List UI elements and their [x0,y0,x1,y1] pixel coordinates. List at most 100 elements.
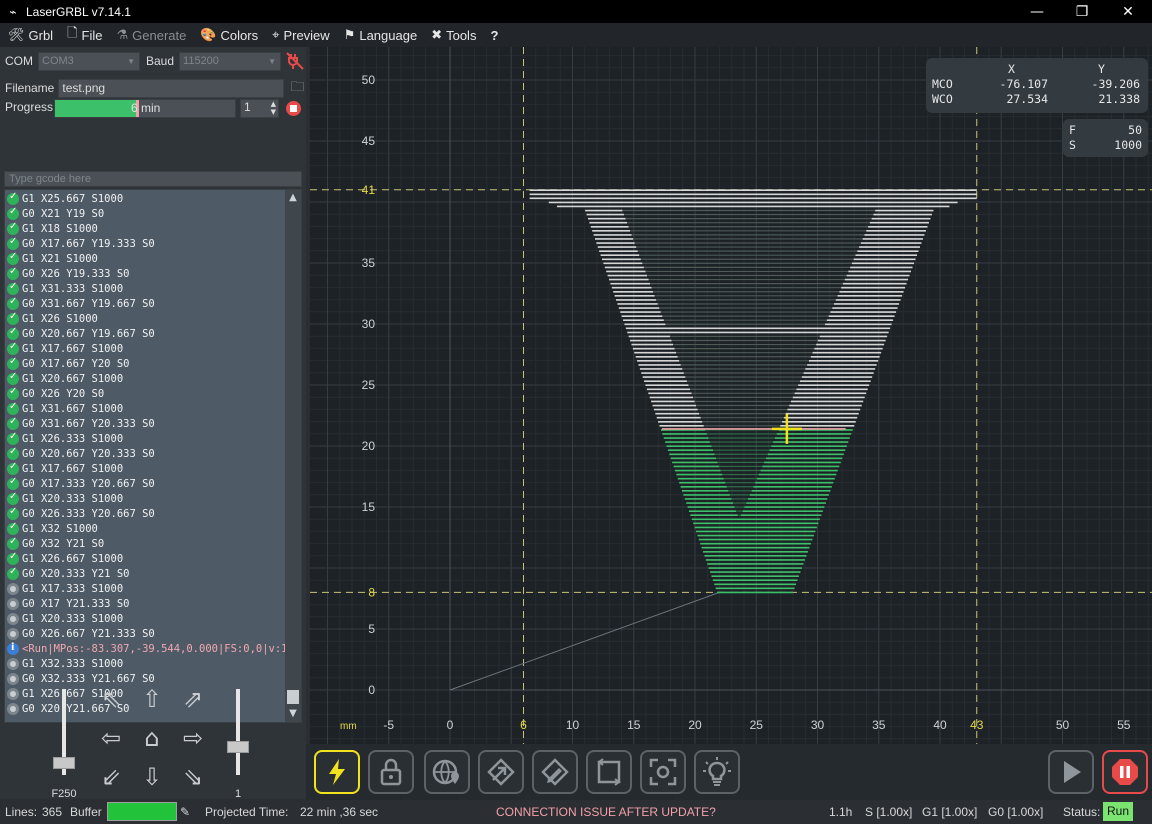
g0-override[interactable]: G0 [1.00x] [988,805,1043,819]
slider-knob[interactable] [227,741,249,753]
restore-button[interactable]: ❐ [1059,0,1105,23]
connect-button[interactable] [314,750,360,794]
gcode-line[interactable]: G0 X20.667 Y20.333 S0 [5,446,287,461]
pending-circle-icon [7,597,19,610]
scroll-down-icon[interactable]: ▼ [285,706,301,722]
jog-up-right-icon[interactable]: ⇗ [177,683,209,715]
menu-tools[interactable]: ✖ Tools [431,28,476,43]
scrollbar-thumb[interactable] [287,690,299,704]
gcode-line[interactable]: G1 X21 S1000 [5,251,287,266]
gcode-text: G0 X32 Y21 S0 [22,537,105,550]
gcode-line[interactable]: G0 X26 Y20 S0 [5,386,287,401]
gcode-line[interactable]: G1 X20.667 S1000 [5,371,287,386]
gcode-line[interactable]: G0 X26.667 Y21.333 S0 [5,626,287,641]
gcode-line[interactable]: G1 X17.667 S1000 [5,341,287,356]
gcode-line[interactable]: G1 X26 S1000 [5,311,287,326]
gcode-line[interactable]: G1 X31.667 S1000 [5,401,287,416]
gcode-line[interactable]: G1 X25.667 S1000 [5,191,287,206]
step-slider[interactable] [227,689,249,775]
jog-down-right-icon[interactable]: ⇘ [177,761,209,793]
gcode-text: G0 X17 Y21.333 S0 [22,597,130,610]
abort-button[interactable] [286,101,301,116]
preview-canvas[interactable]: -5 0 10 15 20 25 30 35 40 50 55 50 45 35 30 25 20 15 5 0 mm 6… [310,47,1152,744]
focus-button[interactable] [640,750,686,794]
menu-generate[interactable]: ⚗ Generate [116,28,186,43]
gcode-line[interactable]: G1 X31.333 S1000 [5,281,287,296]
gcode-line[interactable]: G1 X20.333 S1000 [5,491,287,506]
unlock-button[interactable] [368,750,414,794]
frame-button[interactable] [586,750,632,794]
gcode-line[interactable]: G0 X17.667 Y20 S0 [5,356,287,371]
gcode-line[interactable]: G1 X20.333 S1000 [5,611,287,626]
gcode-line[interactable]: G1 X32.333 S1000 [5,656,287,671]
menu-label: Tools [446,27,477,43]
jog-right-icon[interactable]: ⇨ [177,722,209,754]
com-port-value: COM3 [42,55,74,67]
scroll-up-icon[interactable]: ▲ [285,190,301,206]
light-button[interactable] [694,750,740,794]
gcode-text: G0 X32.333 Y21.667 S0 [22,672,155,685]
gcode-line[interactable]: G0 X17.667 Y19.333 S0 [5,236,287,251]
jog-down-icon[interactable]: ⇩ [136,761,168,793]
progress-bar: 6 min [54,99,236,118]
set-origin-button[interactable] [424,750,470,794]
menu-language[interactable]: ⚑ Language [344,28,418,43]
x-tick-label: 10 [566,718,580,732]
gcode-line[interactable]: G0 X31.667 Y19.667 S0 [5,296,287,311]
jog-up-left-icon[interactable]: ⇖ [95,683,127,715]
feed-value: 50 [1128,123,1142,137]
unit-label: mm [340,721,357,732]
menu-file[interactable]: 🗋 File [67,24,102,46]
gcode-line[interactable]: G1 X17.333 S1000 [5,581,287,596]
com-port-select[interactable]: COM3 ▼ [38,51,140,71]
baud-rate-select[interactable]: 115200 ▼ [179,51,282,71]
menu-grbl[interactable]: 🛠 Grbl [8,28,53,43]
update-notice-link[interactable]: CONNECTION ISSUE AFTER UPDATE? [496,805,716,819]
menu-preview[interactable]: ⌖ Preview [272,28,330,43]
filename-field[interactable]: test.png [58,78,285,98]
gcode-listing[interactable]: G1 X25.667 S1000 G0 X21 Y19 S0 G1 X18 S100… [4,189,302,723]
gcode-line[interactable]: G0 X20.333 Y21 S0 [5,566,287,581]
jog-up-icon[interactable]: ⇧ [136,683,168,715]
gcode-line[interactable]: G0 X32 Y21 S0 [5,536,287,551]
gcode-line[interactable]: G0 X20.667 Y19.667 S0 [5,326,287,341]
gcode-line[interactable]: G0 X21 Y19 S0 [5,206,287,221]
menu-colors[interactable]: 🎨 Colors [200,28,258,43]
gcode-line[interactable]: G0 X17.333 Y20.667 S0 [5,476,287,491]
gcode-line[interactable]: G1 X18 S1000 [5,221,287,236]
stepper-arrows-icon[interactable]: ▲ ▼ [271,100,276,116]
repeat-count-stepper[interactable]: 1 ▲ ▼ [240,99,279,118]
menu-help[interactable]: ? [490,28,498,43]
s-override[interactable]: S [1.00x] [865,805,912,819]
gcode-line[interactable]: <Run|MPos:-83.307,-39.544,0.000|FS:0,0|v… [5,641,301,656]
gcode-line[interactable]: G0 X31.667 Y20.333 S0 [5,416,287,431]
gcode-line[interactable]: G0 X26.333 Y20.667 S0 [5,506,287,521]
g1-override[interactable]: G1 [1.00x] [922,805,977,819]
close-button[interactable]: ✕ [1105,0,1151,23]
y-tick-label: 30 [362,317,376,331]
run-button[interactable] [1048,750,1094,794]
folder-icon[interactable]: 🗀 [290,76,304,100]
gcode-command-input[interactable]: Type gcode here [4,171,302,187]
jog-down-left-icon[interactable]: ⇙ [95,761,127,793]
goto-origin-button[interactable] [478,750,524,794]
gcode-scrollbar[interactable]: ▲ ▼ [285,190,301,722]
gcode-line[interactable]: G0 X17 Y21.333 S0 [5,596,287,611]
jog-left-icon[interactable]: ⇦ [95,722,127,754]
disconnect-icon[interactable] [285,51,305,71]
progress-fill [55,100,136,117]
stop-button[interactable] [1102,750,1148,794]
reset-button[interactable] [532,750,578,794]
gcode-line[interactable]: G1 X26.333 S1000 [5,431,287,446]
jog-home-icon[interactable]: ⌂ [136,722,168,754]
gcode-line[interactable]: G1 X17.667 S1000 [5,461,287,476]
gcode-line[interactable]: G0 X26 Y19.333 S0 [5,266,287,281]
gcode-line[interactable]: G1 X26.667 S1000 [5,551,287,566]
minimize-button[interactable]: — [1014,0,1060,23]
broom-icon[interactable]: ✎ [180,805,190,819]
check-circle-icon [7,446,19,460]
lines-value: 365 [42,805,63,819]
speed-slider[interactable] [53,689,75,775]
slider-knob[interactable] [53,757,75,769]
gcode-line[interactable]: G1 X32 S1000 [5,521,287,536]
